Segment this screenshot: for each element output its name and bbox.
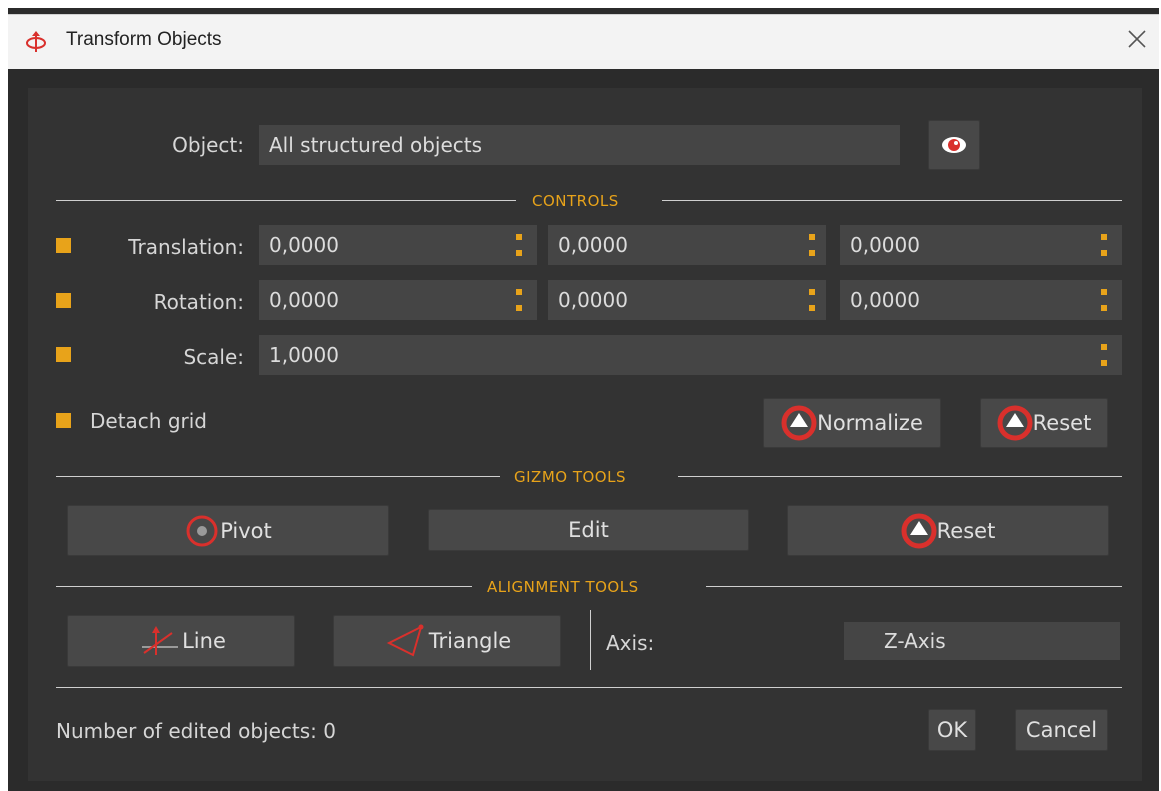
axis-label: Axis:: [606, 631, 655, 655]
translation-z-stepper[interactable]: [1101, 234, 1107, 256]
translation-z-field[interactable]: 0,0000: [840, 225, 1122, 265]
translation-y-stepper[interactable]: [809, 234, 815, 256]
line-button[interactable]: Line: [67, 615, 295, 667]
object-field[interactable]: All structured objects: [259, 125, 900, 165]
rotation-checkbox[interactable]: [56, 293, 71, 308]
triangle-align-icon: [386, 624, 424, 657]
cancel-label: Cancel: [1025, 718, 1098, 742]
gizmo-section-title: GIZMO TOOLS: [514, 468, 626, 486]
rotation-z-stepper[interactable]: [1101, 289, 1107, 311]
detach-grid-checkbox[interactable]: [56, 413, 71, 428]
gizmo-separator-left: [56, 476, 500, 477]
axis-select[interactable]: Z-Axis: [844, 622, 1120, 660]
footer-separator: [56, 687, 1122, 688]
scale-checkbox[interactable]: [56, 347, 71, 362]
ok-label: OK: [936, 718, 968, 742]
rotation-y-field[interactable]: 0,0000: [548, 280, 826, 320]
translation-checkbox[interactable]: [56, 238, 71, 253]
alignment-separator-left: [56, 586, 472, 587]
ok-button[interactable]: OK: [928, 709, 976, 751]
rotation-x-stepper[interactable]: [516, 289, 522, 311]
gizmo-separator-right: [678, 476, 1122, 477]
controls-section-title: CONTROLS: [532, 192, 619, 210]
scale-stepper[interactable]: [1101, 344, 1107, 366]
transform-icon: [26, 31, 46, 52]
gizmo-reset-button[interactable]: Reset: [787, 505, 1109, 556]
controls-separator-left: [56, 200, 516, 201]
reset-icon: [901, 513, 937, 548]
scale-field[interactable]: 1,0000: [259, 335, 1122, 375]
normalize-label: Normalize: [817, 411, 923, 435]
triangle-label: Triangle: [428, 629, 512, 653]
eye-icon: [942, 137, 966, 153]
line-align-icon: [142, 626, 179, 655]
pivot-label: Pivot: [220, 518, 272, 543]
line-label: Line: [182, 629, 226, 653]
object-label: Object:: [172, 133, 244, 157]
reset-icon: [997, 405, 1033, 441]
normalize-button[interactable]: Normalize: [763, 398, 941, 448]
translation-y-field[interactable]: 0,0000: [548, 225, 826, 265]
controls-reset-button[interactable]: Reset: [980, 398, 1108, 448]
alignment-separator-right: [706, 586, 1122, 587]
window-title: Transform Objects: [66, 29, 222, 50]
rotation-y-stepper[interactable]: [809, 289, 815, 311]
pivot-icon: [186, 515, 218, 546]
rotation-z-field[interactable]: 0,0000: [840, 280, 1122, 320]
gizmo-reset-label: Reset: [936, 518, 996, 543]
close-icon[interactable]: [1126, 28, 1148, 50]
detach-grid-label: Detach grid: [90, 409, 208, 433]
edited-objects-count: Number of edited objects: 0: [56, 719, 336, 743]
normalize-icon: [781, 405, 817, 441]
eye-button[interactable]: [928, 120, 980, 170]
translation-x-field[interactable]: 0,0000: [259, 225, 537, 265]
translation-x-stepper[interactable]: [516, 234, 522, 256]
rotation-x-field[interactable]: 0,0000: [259, 280, 537, 320]
alignment-section-title: ALIGNMENT TOOLS: [487, 578, 639, 596]
translation-label: Translation:: [128, 235, 244, 259]
edit-label: Edit: [568, 518, 609, 542]
alignment-divider: [590, 610, 591, 670]
pivot-button[interactable]: Pivot: [67, 505, 389, 556]
triangle-button[interactable]: Triangle: [333, 615, 561, 667]
cancel-button[interactable]: Cancel: [1015, 709, 1108, 751]
scale-label: Scale:: [183, 345, 244, 369]
controls-reset-label: Reset: [1032, 411, 1092, 435]
controls-separator-right: [662, 200, 1122, 201]
edit-button[interactable]: Edit: [428, 509, 749, 551]
rotation-label: Rotation:: [153, 290, 244, 314]
